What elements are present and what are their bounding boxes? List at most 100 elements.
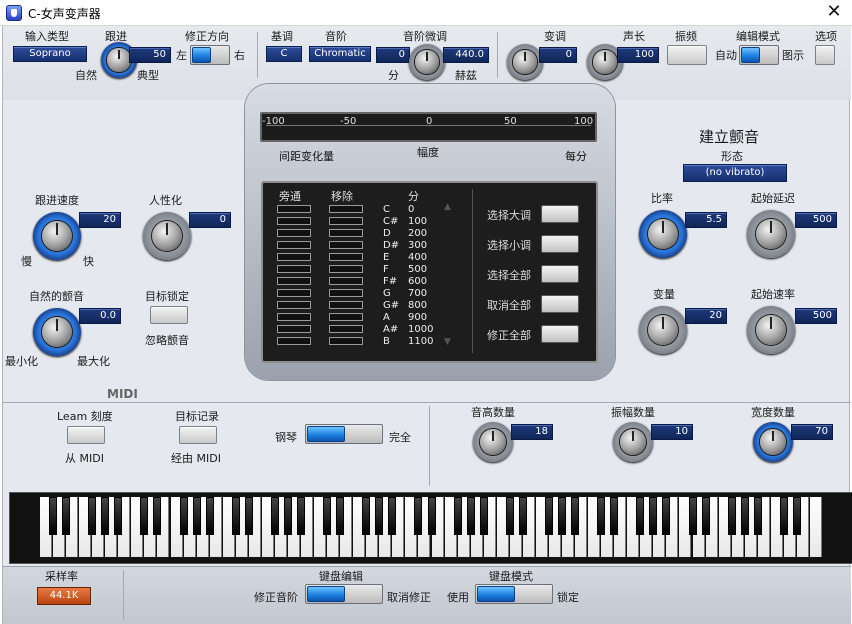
- remove-toggle[interactable]: [329, 337, 363, 345]
- variation-knob[interactable]: [639, 306, 687, 354]
- piano-black-key[interactable]: [649, 497, 658, 535]
- fine-tune-knob[interactable]: [409, 44, 445, 80]
- piano-black-key[interactable]: [597, 497, 606, 535]
- piano-black-key[interactable]: [101, 497, 110, 535]
- bypass-toggle[interactable]: [277, 241, 311, 249]
- remove-toggle[interactable]: [329, 289, 363, 297]
- piano-black-key[interactable]: [179, 497, 188, 535]
- retune-speed-knob[interactable]: [33, 212, 81, 260]
- piano-black-key[interactable]: [427, 497, 436, 535]
- natural-vibrato-knob[interactable]: [33, 308, 81, 356]
- piano-black-key[interactable]: [662, 497, 671, 535]
- scroll-down-icon[interactable]: ▼: [444, 337, 451, 347]
- piano-black-key[interactable]: [231, 497, 240, 535]
- onset-rate-knob[interactable]: [747, 306, 795, 354]
- piano-black-key[interactable]: [192, 497, 201, 535]
- scroll-up-icon[interactable]: ▲: [444, 202, 451, 212]
- bypass-toggle[interactable]: [277, 301, 311, 309]
- vibrato-rate-knob[interactable]: [639, 210, 687, 258]
- piano-white-key[interactable]: [809, 497, 822, 557]
- note-action-button[interactable]: [541, 295, 579, 313]
- remove-toggle[interactable]: [329, 277, 363, 285]
- piano-black-key[interactable]: [297, 497, 305, 535]
- bypass-toggle[interactable]: [277, 289, 311, 297]
- onset-delay-knob[interactable]: [747, 210, 795, 258]
- piano-black-key[interactable]: [688, 497, 697, 535]
- piano-black-key[interactable]: [740, 497, 749, 535]
- remove-toggle[interactable]: [329, 265, 363, 273]
- piano-black-key[interactable]: [571, 497, 580, 535]
- remove-toggle[interactable]: [329, 229, 363, 237]
- piano-black-key[interactable]: [270, 497, 279, 535]
- piano-black-key[interactable]: [323, 497, 332, 535]
- piano-black-key[interactable]: [610, 497, 619, 535]
- input-type-select[interactable]: Soprano: [13, 46, 87, 62]
- bypass-toggle[interactable]: [277, 325, 311, 333]
- target-record-button[interactable]: [179, 426, 217, 444]
- piano-black-key[interactable]: [388, 497, 397, 535]
- piano-black-key[interactable]: [558, 497, 566, 535]
- keyboard-edit-toggle[interactable]: [305, 584, 383, 604]
- transpose-knob[interactable]: [507, 44, 543, 80]
- vibrato-button[interactable]: [667, 45, 707, 65]
- piano-black-key[interactable]: [375, 497, 384, 535]
- remove-toggle[interactable]: [329, 301, 363, 309]
- piano-black-key[interactable]: [518, 497, 527, 535]
- piano-black-key[interactable]: [453, 497, 462, 535]
- piano-black-key[interactable]: [283, 497, 292, 535]
- piano-black-key[interactable]: [544, 497, 553, 535]
- piano-black-key[interactable]: [779, 497, 788, 535]
- piano-black-key[interactable]: [140, 497, 149, 535]
- note-action-button[interactable]: [541, 265, 579, 283]
- humanize-knob[interactable]: [143, 212, 191, 260]
- piano-black-key[interactable]: [414, 497, 423, 535]
- remove-toggle[interactable]: [329, 325, 363, 333]
- piano-black-key[interactable]: [88, 497, 97, 535]
- bypass-toggle[interactable]: [277, 265, 311, 273]
- piano-mode-toggle[interactable]: [305, 424, 383, 444]
- piano-black-key[interactable]: [114, 497, 123, 535]
- bypass-toggle[interactable]: [277, 277, 311, 285]
- vibrato-shape-select[interactable]: (no vibrato): [683, 164, 787, 182]
- correction-direction-toggle[interactable]: [190, 45, 230, 65]
- remove-toggle[interactable]: [329, 313, 363, 321]
- piano-black-key[interactable]: [466, 497, 475, 535]
- note-action-button[interactable]: [541, 205, 579, 223]
- bypass-toggle[interactable]: [277, 217, 311, 225]
- remove-toggle[interactable]: [329, 205, 363, 213]
- bypass-toggle[interactable]: [277, 253, 311, 261]
- piano-black-key[interactable]: [62, 497, 71, 535]
- piano-black-key[interactable]: [479, 497, 488, 535]
- keyboard-mode-toggle[interactable]: [475, 584, 553, 604]
- learn-scale-button[interactable]: [67, 426, 105, 444]
- key-select[interactable]: C: [266, 46, 302, 62]
- bypass-toggle[interactable]: [277, 229, 311, 237]
- piano-black-key[interactable]: [701, 497, 710, 535]
- options-button[interactable]: [815, 45, 835, 65]
- piano-black-key[interactable]: [753, 497, 762, 535]
- piano-black-key[interactable]: [205, 497, 214, 535]
- close-button[interactable]: ✕: [820, 0, 848, 26]
- width-amount-knob[interactable]: [753, 422, 793, 462]
- piano-black-key[interactable]: [792, 497, 801, 535]
- piano-black-key[interactable]: [636, 497, 645, 535]
- amplitude-amount-knob[interactable]: [613, 422, 653, 462]
- bypass-toggle[interactable]: [277, 205, 311, 213]
- bypass-toggle[interactable]: [277, 313, 311, 321]
- remove-toggle[interactable]: [329, 253, 363, 261]
- sample-rate-select[interactable]: 44.1K: [37, 587, 91, 605]
- pitch-amount-knob[interactable]: [473, 422, 513, 462]
- remove-toggle[interactable]: [329, 241, 363, 249]
- piano-black-key[interactable]: [153, 497, 162, 535]
- piano-black-key[interactable]: [336, 497, 345, 535]
- edit-mode-toggle[interactable]: [739, 45, 779, 65]
- piano-black-key[interactable]: [362, 497, 371, 535]
- bypass-toggle[interactable]: [277, 337, 311, 345]
- piano-black-key[interactable]: [244, 497, 253, 535]
- remove-toggle[interactable]: [329, 217, 363, 225]
- piano-black-key[interactable]: [49, 497, 58, 535]
- note-action-button[interactable]: [541, 235, 579, 253]
- note-action-button[interactable]: [541, 325, 579, 343]
- scale-select[interactable]: Chromatic: [309, 46, 371, 62]
- piano-black-key[interactable]: [727, 497, 736, 535]
